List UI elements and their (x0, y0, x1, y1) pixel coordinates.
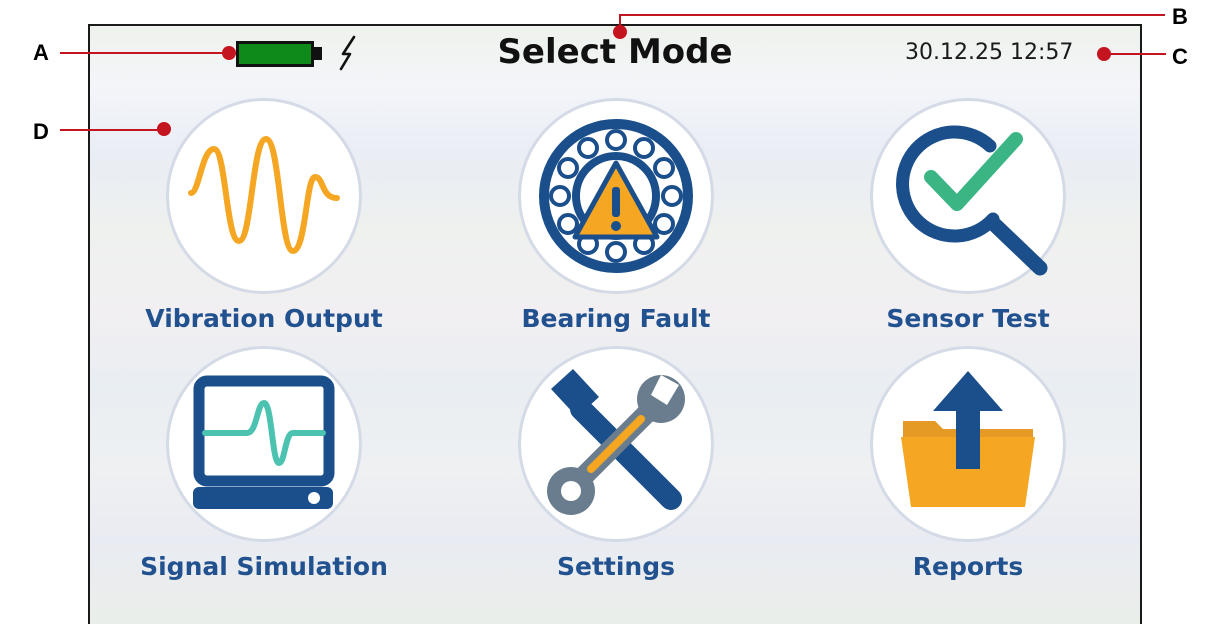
battery-tip (314, 47, 322, 60)
mode-label: Vibration Output (145, 304, 383, 333)
callout-a-dot (222, 46, 236, 60)
battery-icon (236, 41, 314, 67)
datetime-display: 30.12.25 12:57 (905, 40, 1074, 65)
folder-upload-icon (901, 371, 1035, 507)
wrench-screwdriver-icon (547, 369, 685, 515)
reports-icon-disc (870, 346, 1066, 542)
callout-d-dot (157, 122, 171, 136)
bearing-fault-icon-disc (518, 98, 714, 294)
settings-icon-disc (518, 346, 714, 542)
callout-a: A (33, 40, 49, 65)
mode-bearing-fault[interactable]: Bearing Fault (456, 98, 776, 333)
mode-label: Reports (912, 552, 1024, 581)
magnifier-check-icon (896, 125, 1048, 276)
mode-signal-simulation[interactable]: Signal Simulation (104, 346, 424, 581)
callout-c: C (1172, 44, 1188, 69)
lightning-icon (339, 35, 356, 71)
mode-label: Settings (556, 552, 675, 581)
callout-b-dot (613, 25, 627, 39)
monitor-waveform-icon (193, 375, 335, 509)
vibration-output-icon-disc (166, 98, 362, 294)
sine-wave-icon (188, 135, 340, 255)
mode-label: Bearing Fault (521, 304, 711, 333)
callout-a-line (60, 52, 232, 54)
mode-label: Sensor Test (886, 304, 1050, 333)
callout-d: D (33, 119, 49, 144)
mode-sensor-test[interactable]: Sensor Test (808, 98, 1128, 333)
callout-c-line (1104, 53, 1166, 55)
mode-settings[interactable]: Settings (456, 346, 776, 581)
bearing-warning-icon (539, 119, 693, 273)
sensor-test-icon-disc (870, 98, 1066, 294)
signal-simulation-icon-disc (166, 346, 362, 542)
mode-label: Signal Simulation (140, 552, 388, 581)
callout-b: B (1172, 4, 1188, 29)
callout-d-line (60, 129, 164, 131)
mode-vibration-output[interactable]: Vibration Output (104, 98, 424, 333)
callout-c-dot (1097, 47, 1111, 61)
mode-reports[interactable]: Reports (808, 346, 1128, 581)
callout-b-line (620, 14, 1165, 16)
